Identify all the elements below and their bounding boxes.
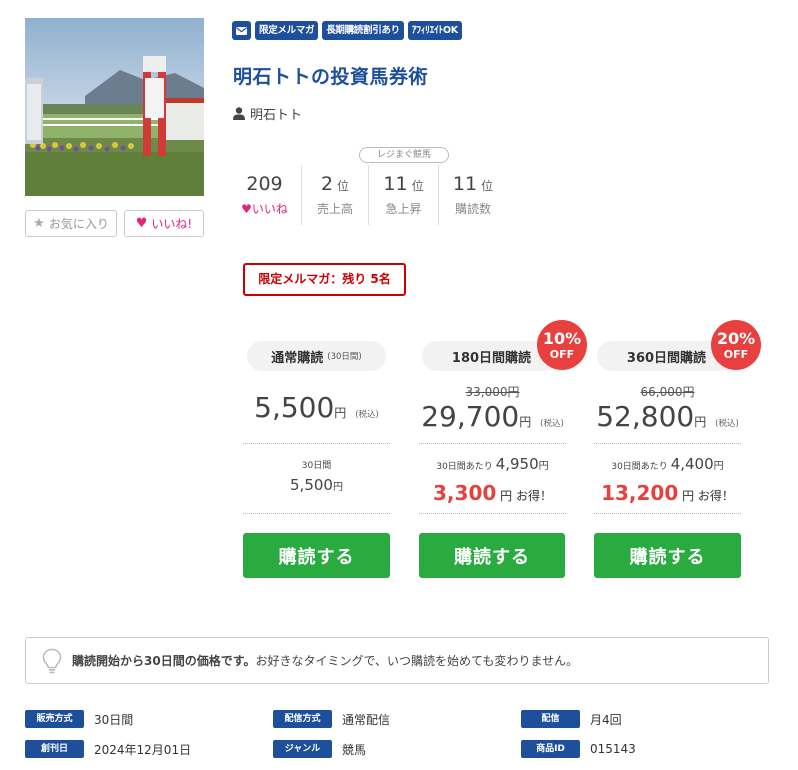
meta-genre: ジャンル 競馬 [273,740,366,758]
meta-delivery-frequency: 配信 月4回 [521,710,622,728]
plan-180-price: 29,700円 (税込) [421,400,564,433]
ranking-category-tag: レジまぐ競馬 [359,147,449,163]
plan-period-note: (30日間) [327,352,362,362]
likes-label: いいね [251,202,288,216]
discount-badge-10: 10% OFF [537,320,587,370]
rising-label: 急上昇 [385,202,422,216]
meta-delivery-type: 配信方式 通常配信 [273,710,390,728]
stats-bar: 209 ♥いいね 2位 売上高 11 位 急上昇 11 位 購読数 [228,165,507,225]
like-label: いいね! [151,217,193,231]
divider [594,443,741,444]
info-text: お好きなタイミングで、いつ購読を始めても変わりません。 [255,654,579,668]
badge-long-term-discount: 長期購読割引あり [322,21,404,40]
sales-rank: 2 [320,173,334,195]
favorite-label: お気に入り [48,217,109,231]
divider [419,513,566,514]
meta-product-id: 商品ID 015143 [521,740,636,758]
racecourse-photo [25,18,204,196]
stat-likes: 209 ♥いいね [228,165,302,225]
mail-icon [232,21,251,40]
plan-360-per-30-days: 30日間あたり 4,400円 [611,455,724,473]
plan-regular-price: 5,500円 (税込) [254,391,379,424]
heart-icon: ♥ [135,216,148,231]
likes-count: 209 [246,173,283,195]
badge-affiliate: ｱﾌｨﾘｴｲﾄOK [407,21,462,40]
product-thumbnail[interactable] [25,18,204,196]
discount-badge-20: 20% OFF [711,320,761,370]
favorite-button[interactable]: ★ お気に入り [25,210,117,237]
stat-sales-rank: 2位 売上高 [302,165,369,225]
plan-regular-sub-price: 5,500円 [290,476,343,494]
plan-360-saving: 13,200 円 お得！ [601,481,734,505]
plan-regular-header: 通常購読 (30日間) [247,341,386,371]
star-icon: ★ [33,216,45,231]
rising-rank: 11 [383,173,408,195]
readers-label: 購読数 [454,202,491,216]
plan-180-per-30-days: 30日間あたり 4,950円 [436,455,549,473]
plan-180-original-price: 33,000円 [465,385,520,399]
divider [594,513,741,514]
divider [243,443,390,444]
user-icon [233,107,245,120]
plan-regular-sub-label: 30日間 [301,461,332,471]
sales-label: 売上高 [316,202,353,216]
subscribe-button-360[interactable]: 購読する [594,533,741,578]
meta-founded-date: 創刊日 2024年12月01日 [25,740,191,758]
author[interactable]: 明石トト [233,104,302,123]
stat-rising-rank: 11 位 急上昇 [369,165,439,225]
subscribe-button-regular[interactable]: 購読する [243,533,390,578]
plan-name: 180日間購読 [451,350,532,366]
like-button[interactable]: ♥ いいね! [124,210,204,237]
badge-limited: 限定メルマガ [255,21,319,40]
lightbulb-icon [42,648,62,673]
badge-row: 限定メルマガ 長期購読割引あり ｱﾌｨﾘｴｲﾄOK [232,21,462,40]
meta-sale-type: 販売方式 30日間 [25,710,133,728]
plan-360-original-price: 66,000円 [640,385,695,399]
divider [419,443,566,444]
price-info-box: 購読開始から30日間の価格です。お好きなタイミングで、いつ購読を始めても変わりま… [25,637,769,684]
limited-notice: 限定メルマガ：残り 5名 [243,263,406,296]
info-bold-text: 購読開始から30日間の価格です。 [72,654,256,668]
subscribe-button-180[interactable]: 購読する [419,533,565,578]
divider [243,513,390,514]
readers-rank: 11 [452,173,478,195]
plan-name: 通常購読 [271,350,324,366]
plan-180-saving: 3,300 円 お得！ [433,481,552,505]
plan-name: 360日間購読 [626,350,707,366]
product-title[interactable]: 明石トトの投資馬券術 [233,62,428,89]
plan-360-price: 52,800円 (税込) [596,400,739,433]
heart-icon: ♥ [241,202,252,216]
author-name: 明石トト [250,108,303,123]
stat-readers-rank: 11 位 購読数 [452,173,494,216]
